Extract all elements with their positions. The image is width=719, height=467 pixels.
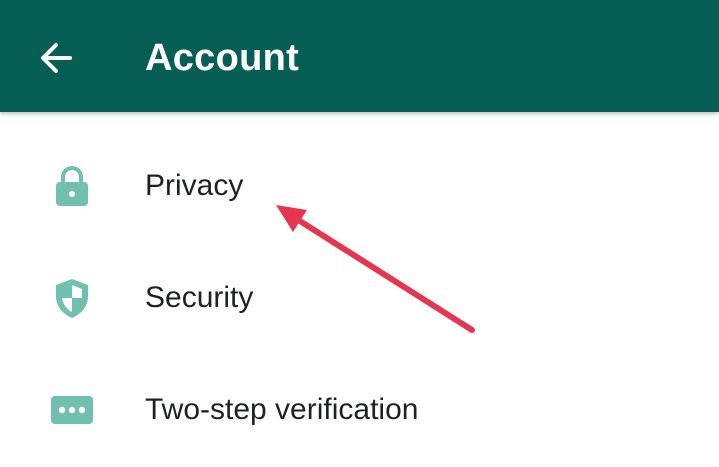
shield-icon xyxy=(42,268,102,328)
settings-item-label: Security xyxy=(145,281,254,314)
settings-item-label: Privacy xyxy=(145,169,244,202)
back-button[interactable] xyxy=(32,34,80,82)
settings-item-security[interactable]: Security xyxy=(0,242,719,354)
lock-icon xyxy=(42,156,102,216)
dots-icon xyxy=(42,380,102,440)
settings-item-label: Two-step verification xyxy=(145,393,419,426)
page-title: Account xyxy=(145,37,300,79)
settings-item-two-step-verification[interactable]: Two-step verification xyxy=(0,354,719,466)
arrow-left-icon xyxy=(41,43,72,73)
settings-item-privacy[interactable]: Privacy xyxy=(0,130,719,242)
app-bar: Account xyxy=(0,0,719,112)
